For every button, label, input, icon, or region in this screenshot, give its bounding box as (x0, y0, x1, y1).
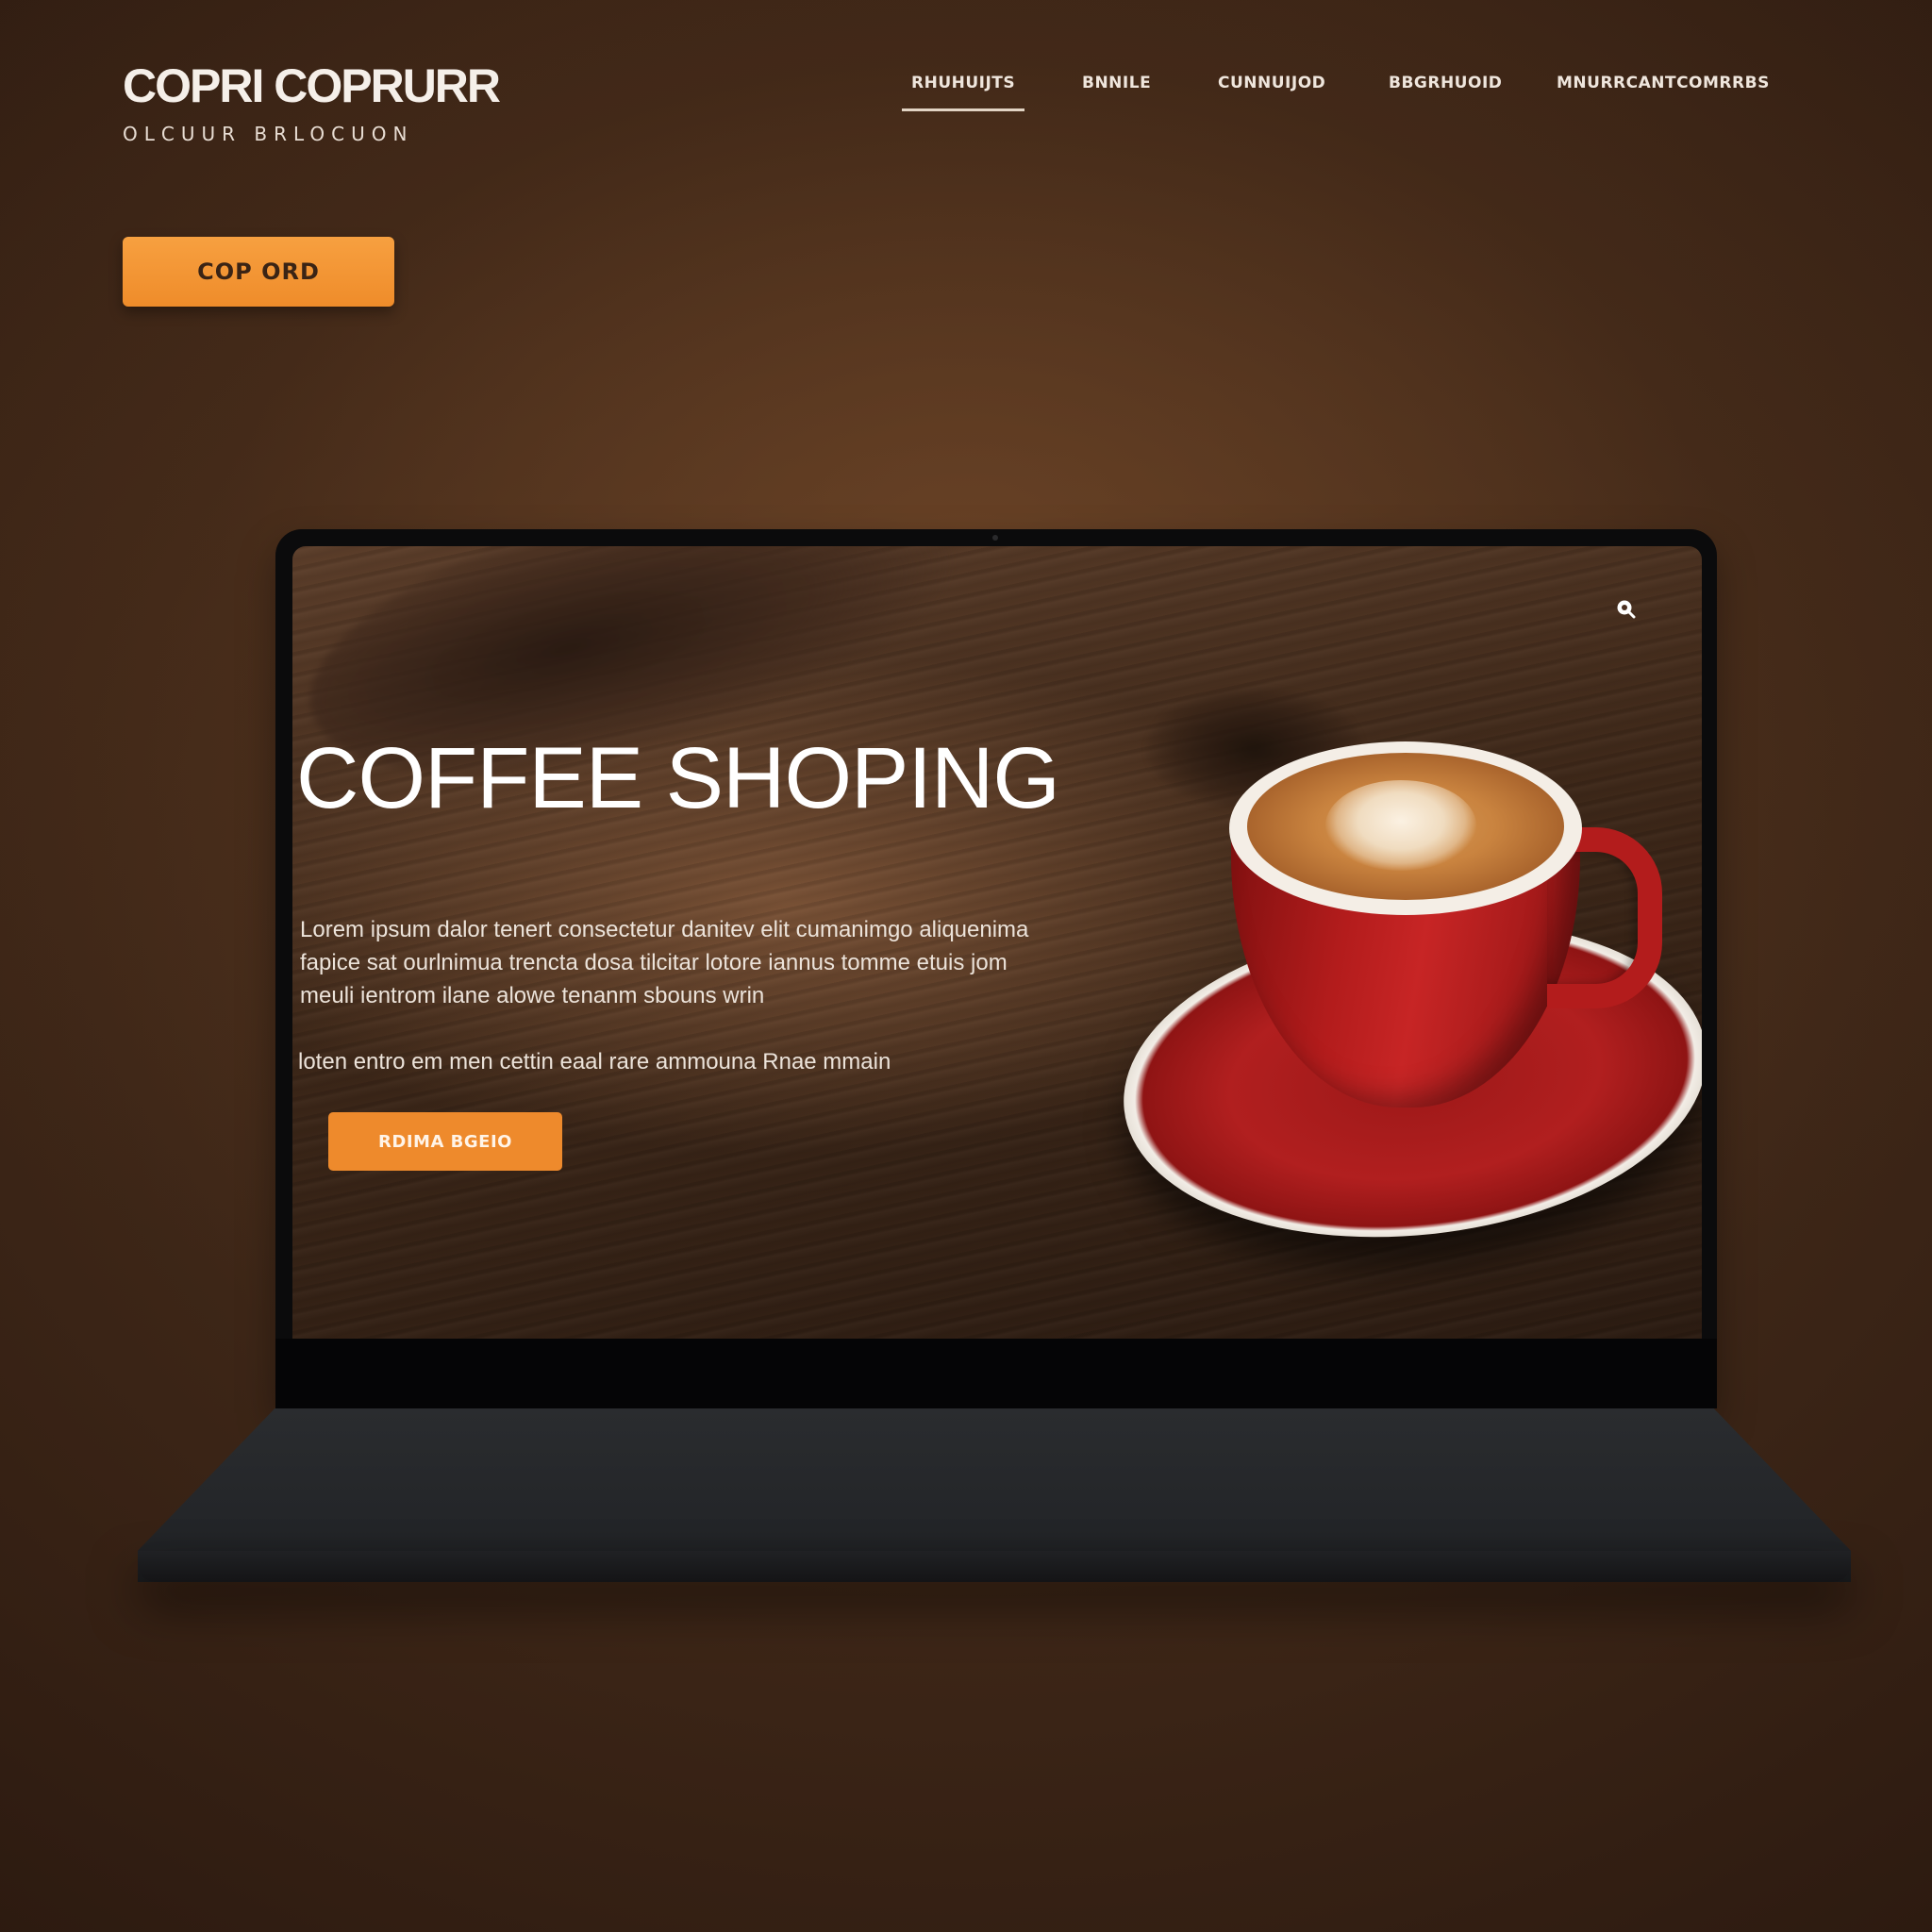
brand-name: COPRI COPRURR (123, 59, 501, 112)
laptop-bezel-bottom (275, 1339, 1717, 1408)
nav-item-2[interactable]: BNNILE (1082, 74, 1151, 92)
hero-paragraph-secondary: loten entro em men cettin eaal rare ammo… (298, 1049, 891, 1074)
header-cta-button[interactable]: COP ORD (123, 237, 394, 307)
brand-tagline: OLCUUR BRLOCUON (123, 123, 414, 145)
laptop-screen: COFFEE SHOPING Lorem ipsum dalor tenert … (292, 546, 1702, 1339)
hero-cta-button[interactable]: RDIMA BGEIO (328, 1112, 562, 1171)
latte-art (1325, 780, 1476, 871)
nav-item-1[interactable]: RHUHUIJTS (901, 74, 1025, 111)
hero-title: COFFEE SHOPING (296, 730, 1060, 826)
nav-item-5[interactable]: MNURRCANTCOMRRBS (1557, 74, 1770, 92)
laptop-base-edge (138, 1551, 1851, 1582)
nav-item-4[interactable]: BBGRHUOID (1389, 74, 1502, 92)
hero-paragraph: Lorem ipsum dalor tenert consectetur dan… (300, 917, 1029, 1008)
brand-logo[interactable]: COPRI COPRURR OLCUUR BRLOCUON (123, 59, 501, 145)
main-nav: RHUHUIJTS BNNILE CUNNUIJOD BBGRHUOID MNU… (887, 74, 1774, 121)
nav-item-3[interactable]: CUNNUIJOD (1218, 74, 1325, 92)
laptop-lid: COFFEE SHOPING Lorem ipsum dalor tenert … (275, 529, 1717, 1408)
laptop-camera (992, 535, 998, 541)
search-icon[interactable] (1615, 598, 1636, 619)
